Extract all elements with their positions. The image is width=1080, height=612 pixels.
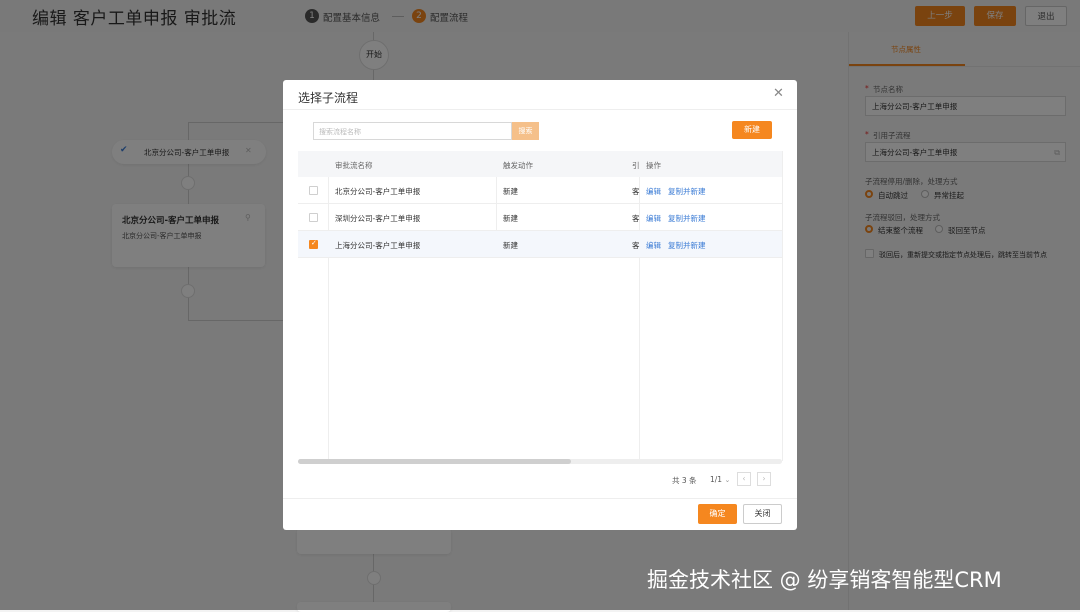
row-checkbox[interactable] xyxy=(309,186,318,195)
col-header-name: 审批流名称 xyxy=(335,161,373,170)
edit-link[interactable]: 编辑 xyxy=(646,213,661,224)
row-action: 新建 xyxy=(503,187,518,196)
col-header-ref: 引 xyxy=(632,161,640,170)
horizontal-scrollbar-thumb[interactable] xyxy=(298,459,571,464)
subflow-table: 审批流名称 触发动作 引 操作 北京分公司-客户工单申报 新建 客 编辑 复制并… xyxy=(298,151,783,461)
page-indicator-value: 1/1 xyxy=(710,475,723,484)
row-checkbox-checked[interactable]: ✓ xyxy=(309,239,318,249)
search-placeholder: 搜索流程名称 xyxy=(319,128,361,136)
dialog-footer-divider xyxy=(283,498,797,499)
table-row[interactable]: 北京分公司-客户工单申报 新建 客 编辑 复制并新建 xyxy=(298,177,782,204)
select-subflow-dialog: 选择子流程 ✕ 搜索流程名称 搜索 新建 审批流名称 触发动作 引 操作 北京分… xyxy=(283,80,797,530)
row-ref: 客 xyxy=(632,241,640,250)
page-indicator[interactable]: 1/1 ⌄ xyxy=(710,475,730,484)
confirm-button[interactable]: 确定 xyxy=(698,504,737,524)
table-row-selected[interactable]: ✓ 上海分公司-客户工单申报 新建 客 编辑 复制并新建 xyxy=(298,231,782,258)
new-button[interactable]: 新建 xyxy=(732,121,772,139)
close-button[interactable]: 关闭 xyxy=(743,504,782,524)
row-name: 上海分公司-客户工单申报 xyxy=(335,241,421,250)
copy-new-link[interactable]: 复制并新建 xyxy=(668,213,706,224)
row-ref: 客 xyxy=(632,187,640,196)
row-ref: 客 xyxy=(632,214,640,223)
row-action: 新建 xyxy=(503,214,518,223)
next-page-button[interactable]: › xyxy=(757,472,771,486)
copy-new-link[interactable]: 复制并新建 xyxy=(668,186,706,197)
chevron-down-icon: ⌄ xyxy=(724,476,731,484)
col-header-action: 触发动作 xyxy=(503,161,533,170)
col-header-ops: 操作 xyxy=(646,161,661,170)
total-count: 共 3 条 xyxy=(672,476,697,485)
search-input[interactable]: 搜索流程名称 xyxy=(313,122,512,140)
copy-new-link[interactable]: 复制并新建 xyxy=(668,240,706,251)
edit-link[interactable]: 编辑 xyxy=(646,186,661,197)
row-name: 深圳分公司-客户工单申报 xyxy=(335,214,421,223)
prev-page-button[interactable]: ‹ xyxy=(737,472,751,486)
row-name: 北京分公司-客户工单申报 xyxy=(335,187,421,196)
dialog-title: 选择子流程 xyxy=(298,91,359,105)
dialog-header-divider xyxy=(283,109,797,110)
check-icon: ✓ xyxy=(311,239,317,247)
row-checkbox[interactable] xyxy=(309,213,318,222)
close-icon[interactable]: ✕ xyxy=(773,86,784,101)
row-action: 新建 xyxy=(503,241,518,250)
table-row[interactable]: 深圳分公司-客户工单申报 新建 客 编辑 复制并新建 xyxy=(298,204,782,231)
search-button[interactable]: 搜索 xyxy=(512,122,539,140)
edit-link[interactable]: 编辑 xyxy=(646,240,661,251)
watermark: 掘金技术社区 @ 纷享销客智能型CRM xyxy=(647,568,1002,592)
